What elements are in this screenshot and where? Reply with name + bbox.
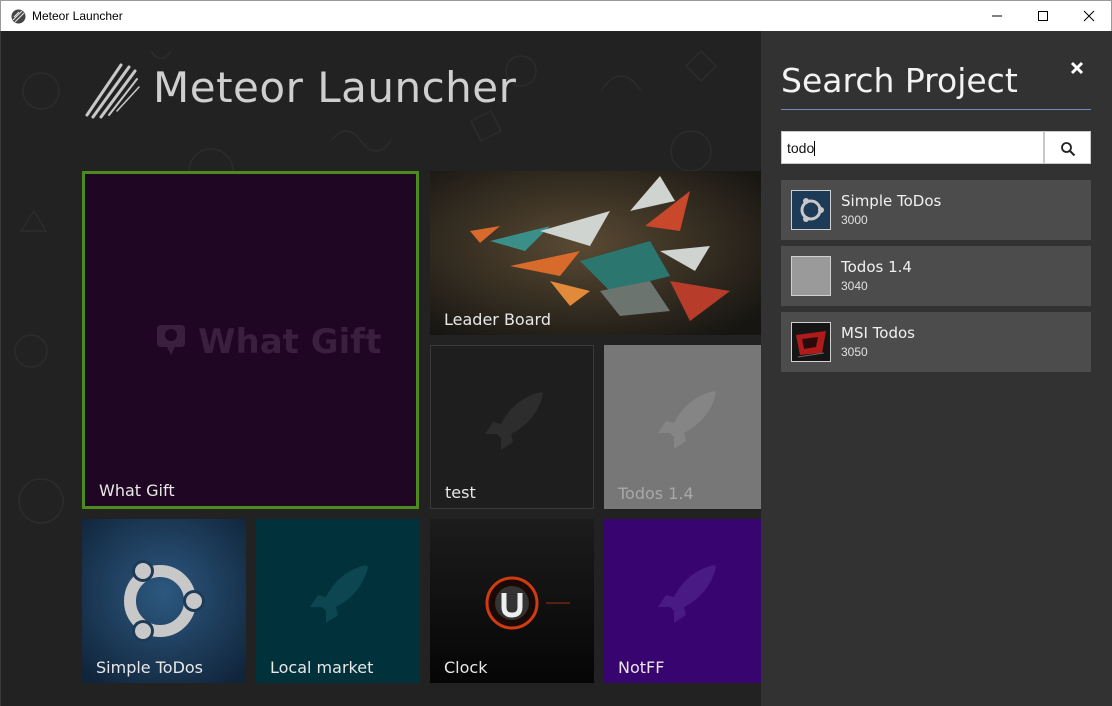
app-icon	[11, 9, 26, 24]
panel-title: Search Project	[781, 61, 1018, 100]
tile-test[interactable]: test	[430, 345, 594, 509]
result-thumbnail	[791, 322, 831, 362]
tile-simple-todos[interactable]: Simple ToDos	[82, 519, 246, 683]
tile-label: Todos 1.4	[618, 484, 694, 503]
result-port: 3040	[841, 279, 868, 293]
result-port: 3000	[841, 213, 868, 227]
search-panel: Search Project todo Simple ToDos 3000 To…	[761, 31, 1112, 706]
text-cursor	[814, 141, 816, 156]
window-title: Meteor Launcher	[32, 9, 123, 23]
tile-what-gift[interactable]: What Gift What Gift	[82, 171, 419, 509]
search-icon	[1061, 142, 1076, 157]
tile-label: Local market	[270, 658, 374, 677]
rocket-icon	[658, 565, 716, 623]
maximize-icon	[1038, 11, 1048, 21]
result-port: 3050	[841, 345, 868, 359]
search-query: todo	[787, 140, 815, 156]
result-name: Todos 1.4	[841, 258, 912, 276]
rocket-icon	[658, 391, 716, 449]
tile-notff[interactable]: NotFF	[604, 519, 761, 683]
result-thumbnail	[791, 256, 831, 296]
search-result-item[interactable]: MSI Todos 3050	[781, 312, 1091, 372]
minimize-button[interactable]	[974, 1, 1020, 31]
brand-title: Meteor Launcher	[153, 63, 517, 112]
maximize-button[interactable]	[1020, 1, 1066, 31]
launcher-main: Meteor Launcher What Gift What Gift Lead…	[0, 31, 761, 706]
close-button[interactable]	[1066, 1, 1112, 31]
close-icon	[1083, 10, 1095, 22]
msi-logo	[792, 323, 830, 361]
tile-label: What Gift	[99, 481, 175, 500]
search-input[interactable]: todo	[781, 131, 1044, 164]
tile-label: Simple ToDos	[96, 658, 204, 677]
rocket-icon	[485, 392, 543, 450]
tile-todos-1-4[interactable]: Todos 1.4	[604, 345, 761, 509]
search-result-item[interactable]: Simple ToDos 3000	[781, 180, 1091, 240]
search-result-item[interactable]: Todos 1.4 3040	[781, 246, 1091, 306]
tile-clock[interactable]: Clock	[430, 519, 594, 683]
tile-leader-board[interactable]: Leader Board	[430, 171, 761, 335]
search-button[interactable]	[1044, 131, 1091, 164]
minimize-icon	[992, 15, 1002, 17]
tile-label: test	[445, 483, 476, 502]
close-icon[interactable]	[1069, 60, 1085, 76]
result-name: MSI Todos	[841, 324, 915, 342]
tile-label: Clock	[444, 658, 488, 677]
tile-label: Leader Board	[444, 310, 551, 329]
window-titlebar: Meteor Launcher	[0, 0, 1112, 31]
ubuntu-logo	[800, 198, 824, 222]
tile-label: NotFF	[618, 658, 665, 677]
result-name: Simple ToDos	[841, 192, 942, 210]
meteor-logo-icon	[85, 63, 140, 119]
gift-icon	[157, 325, 185, 355]
title-divider	[781, 109, 1091, 110]
tile-local-market[interactable]: Local market	[256, 519, 420, 683]
tile-watermark: What Gift	[198, 322, 382, 362]
rocket-icon	[310, 565, 368, 623]
result-thumbnail	[791, 190, 831, 230]
